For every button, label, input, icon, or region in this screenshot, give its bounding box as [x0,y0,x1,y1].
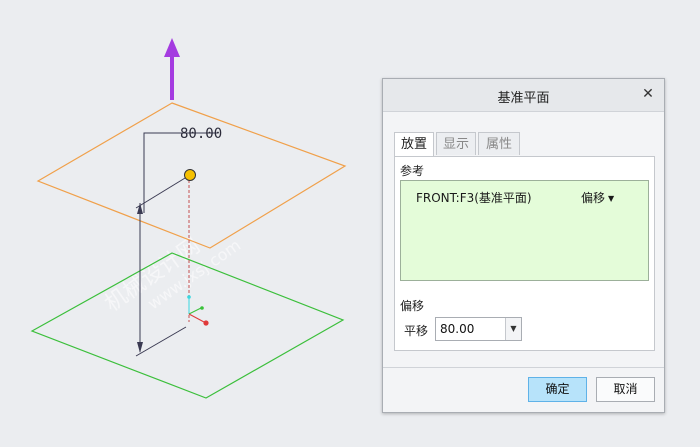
coordinate-triad-icon [187,295,209,326]
dialog-title: 基准平面 [497,91,550,106]
offset-section-label: 偏移 [400,299,425,313]
dialog-divider [383,367,664,368]
translate-label: 平移 [404,324,429,338]
placement-panel: 参考 FRONT:F3(基准平面) 偏移 ▼ 偏移 平移 80.00 ▼ [394,156,655,351]
reference-type-label: 偏移 [581,191,606,205]
references-list[interactable]: FRONT:F3(基准平面) 偏移 ▼ [400,180,649,281]
tab-properties[interactable]: 属性 [478,132,520,155]
tab-display[interactable]: 显示 [436,132,476,155]
drag-handle-icon[interactable] [184,169,196,181]
datum-plane-dialog: 基准平面 ✕ 放置 显示 属性 参考 FRONT:F3(基准平面) 偏移 ▼ 偏移… [382,78,665,413]
cancel-button[interactable]: 取消 [596,377,655,402]
dimension-value: 80.00 [180,126,222,142]
ok-button[interactable]: 确定 [528,377,587,402]
chevron-down-icon[interactable]: ▼ [505,318,521,340]
tab-placement[interactable]: 放置 [394,132,434,157]
references-label: 参考 [400,164,425,178]
translate-value-combo[interactable]: 80.00 ▼ [435,317,522,341]
reference-item-name[interactable]: FRONT:F3(基准平面) [416,189,532,206]
reference-type-dropdown[interactable]: 偏移 ▼ [581,189,614,206]
close-icon[interactable]: ✕ [640,86,656,102]
chevron-down-icon: ▼ [608,194,615,203]
watermark: 机械设计网 www.jxsj.com [101,233,245,317]
dialog-title-bar[interactable]: 基准平面 ✕ [383,79,664,112]
translate-value[interactable]: 80.00 [440,322,474,336]
direction-arrow-icon[interactable] [164,38,180,100]
